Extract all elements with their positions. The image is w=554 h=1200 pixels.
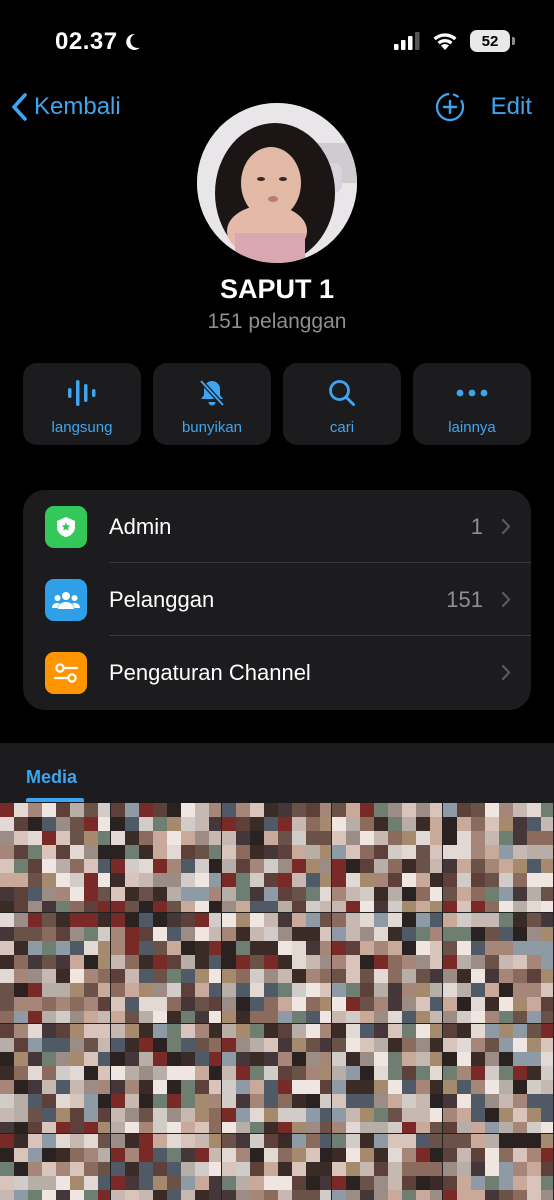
edit-button[interactable]: Edit: [491, 93, 532, 121]
channel-avatar[interactable]: [197, 103, 357, 263]
live-waveform-icon: [68, 380, 96, 406]
live-button[interactable]: langsung: [23, 363, 141, 445]
media-thumbnail[interactable]: [443, 913, 553, 1023]
cellular-signal-icon: [394, 32, 420, 50]
channel-settings-icon-tile: [45, 651, 87, 694]
media-thumbnail[interactable]: [332, 913, 443, 1023]
chevron-right-icon: [501, 518, 511, 535]
people-icon: [52, 591, 80, 609]
search-label: cari: [329, 419, 355, 436]
battery-indicator: 52: [470, 30, 515, 52]
chevron-right-icon: [501, 591, 511, 608]
channel-settings-label: Pengaturan Channel: [109, 659, 311, 685]
unmute-button[interactable]: bunyikan: [153, 363, 271, 445]
live-label: langsung: [51, 419, 113, 436]
unmute-label: bunyikan: [181, 419, 243, 436]
media-thumbnail[interactable]: [332, 1023, 443, 1133]
admin-count: 1: [470, 513, 483, 539]
media-thumbnail[interactable]: [221, 803, 332, 913]
tab-underline: [26, 798, 84, 802]
subscribers-icon-tile: [45, 578, 87, 621]
media-thumbnail[interactable]: [221, 913, 332, 1023]
media-tabs: Media: [0, 743, 554, 803]
media-thumbnail[interactable]: [332, 803, 443, 913]
media-thumbnail[interactable]: [110, 1023, 221, 1133]
media-thumbnail[interactable]: [443, 803, 553, 913]
more-label: lainnya: [448, 419, 496, 436]
media-thumbnail[interactable]: [443, 1133, 553, 1200]
media-thumbnail[interactable]: [221, 1133, 332, 1200]
media-thumbnail[interactable]: [0, 913, 110, 1023]
subscriber-count: 151 pelanggan: [207, 310, 347, 333]
action-buttons: langsung bunyikan cari lainnya: [23, 363, 531, 445]
subscribers-row[interactable]: Pelanggan 151: [23, 563, 531, 636]
status-indicators: 52: [394, 30, 515, 52]
media-thumbnail[interactable]: [110, 913, 221, 1023]
avatar-photo: [197, 103, 357, 263]
subscribers-count: 151: [446, 586, 483, 612]
chevron-right-icon: [501, 664, 511, 681]
media-thumbnail[interactable]: [0, 803, 110, 913]
chevron-left-icon: [12, 93, 27, 121]
more-icon: [456, 389, 488, 397]
media-thumbnail[interactable]: [221, 1023, 332, 1133]
media-thumbnail[interactable]: [110, 803, 221, 913]
channel-settings-row[interactable]: Pengaturan Channel: [23, 636, 531, 709]
media-thumbnail[interactable]: [110, 1133, 221, 1200]
back-button[interactable]: Kembali: [10, 92, 121, 122]
bell-slash-icon: [199, 379, 225, 407]
nav-actions: Edit: [435, 92, 532, 122]
back-label: Kembali: [34, 93, 121, 120]
search-icon: [329, 380, 355, 406]
status-time: 02.37: [55, 28, 142, 56]
more-button[interactable]: lainnya: [413, 363, 531, 445]
media-thumbnail[interactable]: [0, 1023, 110, 1133]
status-bar: 02.37 52: [0, 0, 554, 84]
shield-star-icon: [57, 516, 75, 537]
channel-name: SAPUT 1: [219, 274, 335, 304]
media-thumbnail[interactable]: [0, 1133, 110, 1200]
time-text: 02.37: [55, 28, 118, 55]
wifi-icon: [433, 33, 457, 50]
moon-icon: [125, 33, 140, 50]
search-button[interactable]: cari: [283, 363, 401, 445]
sliders-icon: [53, 662, 79, 683]
admin-row[interactable]: Admin 1: [23, 490, 531, 563]
media-thumbnail[interactable]: [332, 1133, 443, 1200]
media-grid: [0, 803, 554, 1200]
subscribers-label: Pelanggan: [109, 586, 215, 612]
plus-circle-icon[interactable]: [435, 92, 465, 122]
admin-label: Admin: [109, 513, 172, 539]
channel-settings-list: Admin 1 Pelanggan 151 Pengaturan Channel: [23, 490, 531, 710]
admin-icon-tile: [45, 505, 87, 548]
battery-level: 52: [481, 32, 499, 50]
tab-media[interactable]: Media: [26, 767, 77, 788]
media-thumbnail[interactable]: [443, 1023, 553, 1133]
